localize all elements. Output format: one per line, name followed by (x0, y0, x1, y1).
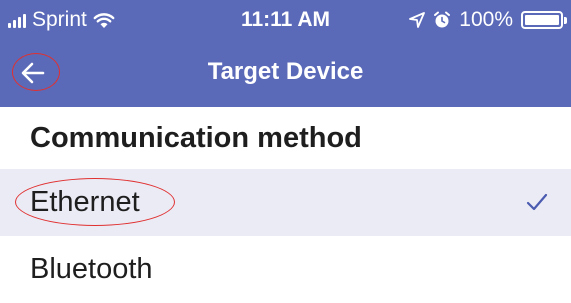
option-label: Ethernet (30, 186, 140, 218)
checkmark-icon (526, 193, 548, 211)
location-arrow-icon (409, 12, 426, 28)
option-bluetooth[interactable]: Bluetooth (0, 236, 571, 303)
status-right: 100% (409, 8, 567, 32)
annotation-circle-back (12, 53, 60, 91)
battery-level-fill (525, 15, 559, 25)
alarm-clock-icon (434, 11, 451, 28)
app-screen: Sprint 11:11 AM 100% Target Device Commu… (0, 0, 571, 303)
option-ethernet[interactable]: Ethernet (0, 169, 571, 236)
app-header: Sprint 11:11 AM 100% Target Device (0, 0, 571, 107)
page-title: Target Device (207, 58, 364, 85)
navigation-bar: Target Device (0, 40, 571, 107)
option-label: Bluetooth (30, 253, 153, 285)
section-header: Communication method (30, 121, 362, 154)
battery-percent: 100% (459, 8, 513, 31)
battery-nub (564, 17, 567, 24)
status-bar: Sprint 11:11 AM 100% (0, 0, 571, 40)
battery-icon (521, 11, 567, 29)
